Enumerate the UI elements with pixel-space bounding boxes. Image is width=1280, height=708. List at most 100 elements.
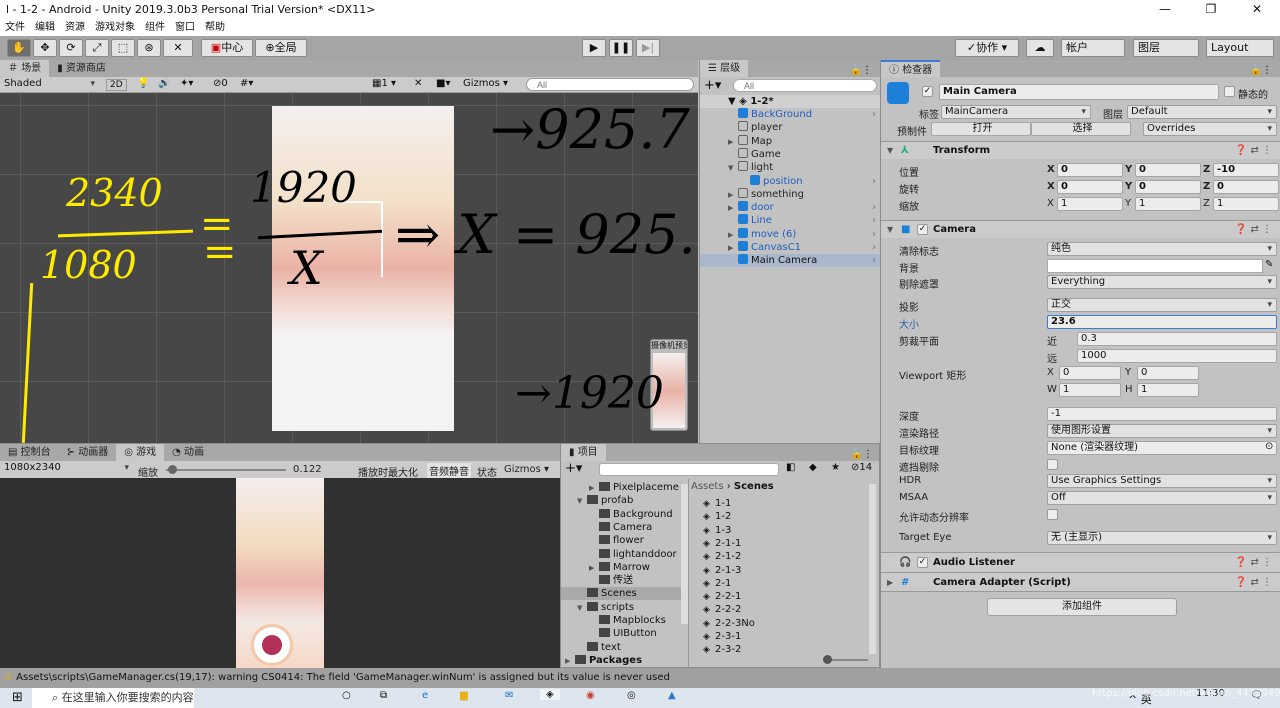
target-texture-field[interactable]: None (渲染器纹理) — [1047, 441, 1277, 455]
project-folder[interactable]: lightanddoor — [561, 548, 681, 561]
axis-x-label[interactable]: X — [1047, 181, 1055, 192]
notification-icon[interactable]: 🗨 — [1250, 690, 1263, 701]
background-color-swatch[interactable] — [1047, 259, 1263, 273]
tab-animation[interactable]: ◔ 动画 — [164, 444, 212, 461]
audio-listener-header[interactable]: 🎧 ✓ Audio Listener ❓ ⇄ ⋮ — [881, 552, 1280, 572]
gizmos-dropdown[interactable]: Gizmos ▾ — [504, 464, 549, 475]
collab-dropdown[interactable]: ✓协作 ▾ — [955, 39, 1019, 57]
tree-scrollbar[interactable] — [681, 484, 688, 624]
tab-scene[interactable]: ＃ 场景 — [0, 60, 50, 77]
scene-asset[interactable]: ◈ 2-1-2 — [703, 550, 741, 563]
layers-dropdown[interactable]: 图层 — [1133, 39, 1199, 57]
layout-dropdown[interactable]: Layout — [1206, 39, 1274, 57]
hierarchy-search-input[interactable] — [733, 79, 877, 92]
scene-asset[interactable]: ◈ 1-1 — [703, 497, 731, 510]
hidden-packages-toggle[interactable]: ⊘14 — [851, 462, 872, 473]
project-folder[interactable]: ▼ scripts — [561, 601, 681, 614]
tab-game[interactable]: ◎ 游戏 — [116, 444, 165, 461]
project-folder[interactable]: 传送 — [561, 574, 681, 587]
edge-icon[interactable]: e — [422, 690, 428, 701]
hierarchy-item[interactable]: ▶ CanvasC1 › — [700, 241, 880, 254]
scene-asset[interactable]: ◈ 1-2 — [703, 510, 731, 523]
camera-header[interactable]: ▼ ■ ✓ Camera ❓ ⇄ ⋮ — [881, 220, 1280, 238]
windows-start-icon[interactable]: ⊞ — [12, 690, 23, 705]
global-toggle[interactable]: ⊕全局 — [255, 39, 307, 57]
msaa-dropdown[interactable]: Off — [1047, 491, 1277, 505]
game-view[interactable] — [0, 478, 560, 669]
project-folder[interactable]: flower — [561, 534, 681, 547]
tab-animator[interactable]: ⊱ 动画器 — [59, 444, 117, 461]
scale-slider[interactable] — [166, 465, 286, 474]
hierarchy-item[interactable]: ▶ move (6) › — [700, 227, 880, 241]
position-y-field[interactable]: 0 — [1135, 163, 1201, 177]
icon-size-slider[interactable] — [823, 655, 868, 664]
pivot-toggle[interactable]: ▣中心 — [201, 39, 253, 57]
object-name-input[interactable]: Main Camera — [939, 84, 1219, 100]
foldout-arrow-icon[interactable]: ▼ — [887, 142, 893, 159]
object-picker-icon[interactable]: ⊙ — [1265, 441, 1273, 452]
component-menu-icons[interactable]: ❓ ⇄ ⋮ — [1235, 221, 1272, 238]
far-clip-field[interactable]: 1000 — [1077, 349, 1277, 363]
create-asset-button[interactable]: +▾ — [565, 461, 582, 476]
prefab-select-button[interactable]: 选择 — [1031, 122, 1131, 136]
scale-z-field[interactable]: 1 — [1213, 197, 1279, 211]
dynamic-res-checkbox[interactable] — [1047, 509, 1058, 520]
minimize-button[interactable]: — — [1142, 0, 1188, 19]
shading-dropdown[interactable]: Shaded — [1, 78, 99, 92]
audio-icon[interactable]: 🔊 — [158, 78, 170, 89]
hdr-dropdown[interactable]: Use Graphics Settings — [1047, 474, 1277, 488]
lighting-icon[interactable]: 💡 — [137, 78, 149, 89]
rotation-x-field[interactable]: 0 — [1057, 180, 1123, 194]
tab-asset-store[interactable]: ▮ 资源商店 — [49, 60, 114, 77]
camera-adapter-header[interactable]: ▶ # Camera Adapter (Script) ❓ ⇄ ⋮ — [881, 572, 1280, 592]
axis-y-label[interactable]: Y — [1125, 181, 1132, 192]
target-eye-dropdown[interactable]: 无 (主显示) — [1047, 531, 1277, 545]
close-button[interactable]: ✕ — [1234, 0, 1280, 19]
scene-asset[interactable]: ◈ 2-3-1 — [703, 630, 741, 643]
axis-z-label[interactable]: Z — [1203, 181, 1210, 192]
scene-asset[interactable]: ◈ 2-1-1 — [703, 537, 741, 550]
mute-audio-toggle[interactable]: 音频静音 — [427, 463, 471, 478]
near-clip-field[interactable]: 0.3 — [1077, 332, 1277, 346]
account-dropdown[interactable]: 帐户 — [1061, 39, 1125, 57]
project-folder[interactable]: ▶ Pixelplaceme — [561, 481, 681, 494]
hierarchy-item[interactable]: position › — [700, 174, 880, 188]
menu-edit[interactable]: 编辑 — [35, 19, 55, 36]
taskbar-search[interactable]: ⌕ 在这里输入你要搜索的内容 — [32, 688, 194, 708]
filter-type-icon[interactable]: ◧ — [786, 462, 795, 473]
project-folder[interactable]: text — [561, 641, 681, 654]
tag-dropdown[interactable]: MainCamera — [941, 105, 1091, 119]
scene-asset[interactable]: ◈ 2-2-1 — [703, 590, 741, 603]
menu-file[interactable]: 文件 — [5, 19, 25, 36]
rotation-z-field[interactable]: 0 — [1213, 180, 1279, 194]
component-menu-icons[interactable]: ❓ ⇄ ⋮ — [1235, 573, 1272, 592]
prefab-open-button[interactable]: 打开 — [931, 122, 1031, 136]
position-z-field[interactable]: -10 — [1213, 163, 1279, 177]
menu-component[interactable]: 组件 — [145, 19, 165, 36]
grid-icon[interactable]: #▾ — [240, 78, 253, 89]
scene-asset[interactable]: ◈ 2-2-3No — [703, 617, 755, 630]
create-add-button[interactable]: +▾ — [704, 78, 721, 93]
axis-y-label[interactable]: Y — [1125, 164, 1132, 175]
menu-gameobject[interactable]: 游戏对象 — [95, 19, 135, 36]
breadcrumb-assets[interactable]: Assets — [691, 481, 724, 492]
viewport-h-field[interactable]: 1 — [1137, 383, 1199, 397]
menu-window[interactable]: 窗口 — [175, 19, 195, 36]
camera-icon[interactable]: ■▾ — [436, 78, 450, 89]
foldout-arrow-icon[interactable]: ▼ — [887, 221, 893, 238]
menu-help[interactable]: 帮助 — [205, 19, 225, 36]
transform-header[interactable]: ▼ ⅄ Transform ❓ ⇄ ⋮ — [881, 141, 1280, 159]
project-folder[interactable]: Camera — [561, 521, 681, 534]
component-enabled-checkbox[interactable]: ✓ — [917, 224, 928, 235]
resolution-dropdown[interactable]: 1080x2340 — [1, 462, 133, 476]
axis-z-label[interactable]: Z — [1203, 164, 1210, 175]
projection-dropdown[interactable]: 正交 — [1047, 298, 1277, 312]
file-explorer-icon[interactable]: ▆ — [460, 690, 468, 701]
hierarchy-item[interactable]: ▶ Map — [700, 134, 880, 148]
custom-tool-icon[interactable]: ✕ — [163, 39, 193, 57]
occlusion-checkbox[interactable] — [1047, 459, 1058, 470]
rotation-y-field[interactable]: 0 — [1135, 180, 1201, 194]
maximize-button[interactable]: ❐ — [1188, 0, 1234, 19]
culling-mask-dropdown[interactable]: Everything — [1047, 275, 1277, 289]
gameobject-cube-icon[interactable] — [887, 82, 909, 104]
